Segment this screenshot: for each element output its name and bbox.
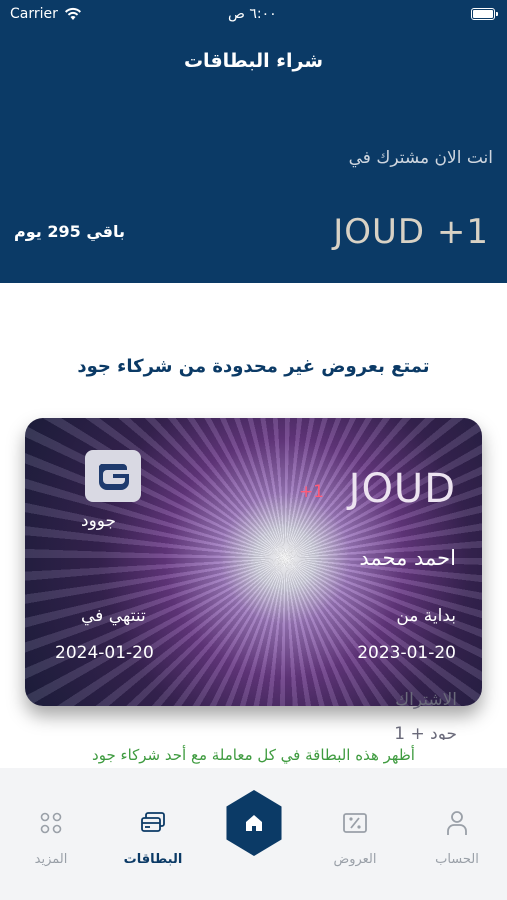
tab-more-label: المزيد: [34, 852, 68, 867]
promo-text: تمتع بعروض غير محدودة من شركاء جود: [77, 356, 430, 377]
tab-account[interactable]: الحساب: [412, 808, 502, 867]
grid-icon: [40, 812, 62, 834]
carrier: Carrier: [10, 6, 82, 22]
wifi-icon: [64, 7, 81, 20]
discount-icon: [343, 813, 367, 833]
usage-hint: أظهر هذه البطاقة في كل معاملة مع أحد شرك…: [92, 746, 415, 764]
card-holder-name: احمد محمد: [359, 546, 456, 570]
tab-more[interactable]: المزيد: [6, 808, 96, 867]
start-date-label: بداية من: [396, 606, 456, 626]
person-icon: [447, 811, 467, 835]
card-brand-plus: +1: [298, 482, 324, 502]
subscription-value: جود + 1: [394, 724, 457, 740]
tab-offers-label: العروض: [333, 852, 377, 867]
page-title: شراء البطاقات: [183, 50, 324, 72]
subscription-label: الاشتراك: [395, 690, 457, 710]
card-brand: JOUD: [348, 466, 456, 512]
membership-card[interactable]: جوود JOUD +1 احمد محمد بداية من تنتهي في…: [25, 418, 482, 706]
joud-logo-text: جوود: [81, 511, 117, 531]
subscribed-label: انت الان مشترك في: [348, 148, 493, 168]
tab-account-label: الحساب: [435, 852, 479, 867]
plan-name: JOUD +1: [333, 212, 489, 252]
carrier-label: Carrier: [10, 6, 58, 22]
end-date-label: تنتهي في: [81, 606, 146, 626]
home-icon: [246, 815, 262, 831]
tab-cards-label: البطاقات: [123, 852, 183, 867]
start-date-value: 2023-01-20: [357, 643, 456, 663]
tab-offers[interactable]: العروض: [310, 808, 400, 867]
header: Carrier ٦:٠٠ ص شراء البطاقات انت الان مش…: [0, 0, 507, 283]
battery-icon: [471, 8, 498, 20]
clock: ٦:٠٠ ص: [228, 6, 277, 22]
cards-icon: [141, 812, 165, 832]
end-date-value: 2024-01-20: [55, 643, 154, 663]
tab-cards[interactable]: البطاقات: [108, 808, 198, 867]
joud-logo: [85, 450, 141, 502]
status-bar: Carrier ٦:٠٠ ص: [0, 0, 507, 30]
joud-logo-icon: [99, 464, 129, 490]
days-left: باقي 295 يوم: [14, 222, 125, 241]
